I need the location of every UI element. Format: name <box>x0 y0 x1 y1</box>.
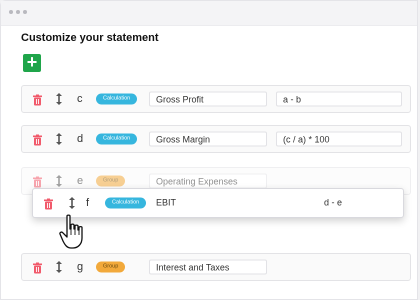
row-name-input[interactable]: EBIT <box>150 196 290 211</box>
row-formula-input[interactable]: d - e <box>318 196 398 211</box>
statement-window: Customize your statement + c Calculation… <box>0 0 418 300</box>
row-name-input[interactable]: Interest and Taxes <box>149 259 267 275</box>
trash-icon[interactable] <box>44 198 53 210</box>
type-badge: Calculation <box>96 93 138 105</box>
trash-icon[interactable] <box>33 134 42 146</box>
trash-icon[interactable] <box>33 94 42 106</box>
type-badge: Calculation <box>105 197 147 209</box>
trash-icon[interactable] <box>33 176 42 188</box>
statement-row: g Group Interest and Taxes <box>21 253 411 281</box>
type-badge: Calculation <box>96 133 138 145</box>
row-name-input[interactable]: Gross Profit <box>149 91 267 107</box>
drag-handle-icon[interactable] <box>56 261 62 273</box>
trash-icon[interactable] <box>33 262 42 274</box>
window-dot <box>16 10 20 14</box>
type-badge: Group <box>96 261 126 273</box>
row-name-input[interactable]: Operating Expenses <box>149 173 267 189</box>
row-letter: e <box>77 175 84 187</box>
row-letter: f <box>86 197 90 209</box>
window-dots <box>9 10 27 14</box>
hand-pointer-icon <box>59 214 83 249</box>
type-badge: Group <box>96 175 126 187</box>
row-name-input[interactable]: Gross Margin <box>149 131 267 147</box>
drag-handle-icon[interactable] <box>56 175 62 187</box>
window-dot <box>9 10 13 14</box>
drag-handle-icon[interactable] <box>56 133 62 145</box>
row-letter: c <box>77 93 83 105</box>
page-title: Customize your statement <box>21 32 159 44</box>
statement-row: d Calculation Gross Margin (c / a) * 100 <box>21 125 411 153</box>
statement-row: c Calculation Gross Profit a - b <box>21 85 411 113</box>
row-letter: g <box>77 261 84 273</box>
title-bar <box>1 1 417 26</box>
window-dot <box>23 10 27 14</box>
row-letter: d <box>77 133 84 145</box>
row-formula-input[interactable]: a - b <box>276 91 402 107</box>
add-row-button[interactable]: + <box>23 53 41 72</box>
row-formula-input[interactable]: (c / a) * 100 <box>276 131 402 147</box>
drag-handle-icon[interactable] <box>56 93 62 105</box>
drag-handle-icon[interactable] <box>69 197 75 209</box>
